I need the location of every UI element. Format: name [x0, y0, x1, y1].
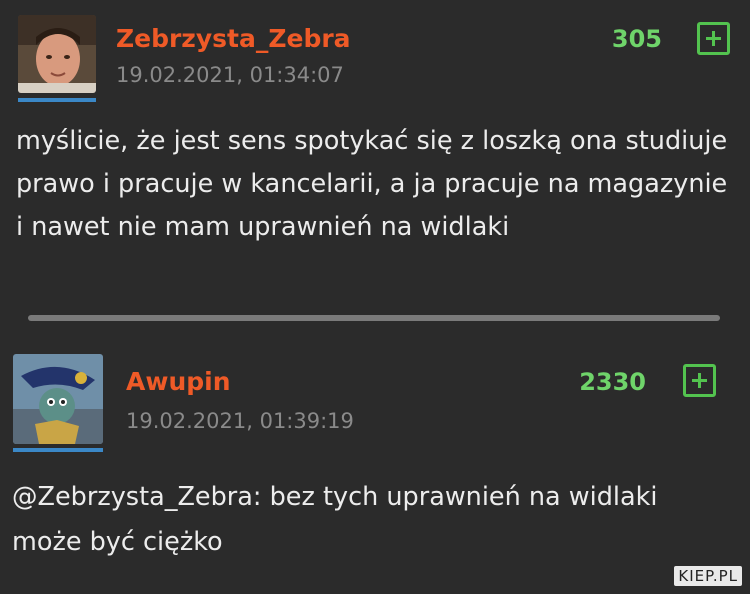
comment-body: myślicie, że jest sens spotykać się z lo… [16, 126, 728, 242]
comment-body: @Zebrzysta_Zebra: bez tych uprawnień na … [12, 475, 712, 565]
watermark-logo: KIEP.PL [674, 566, 742, 586]
user-avatar-icon [13, 354, 103, 444]
plus-icon[interactable] [697, 22, 730, 55]
user-avatar-icon [18, 15, 96, 93]
vote-score: 2330 [579, 368, 646, 396]
comment-divider [28, 315, 720, 321]
avatar[interactable] [13, 354, 103, 444]
timestamp: 19.02.2021, 01:34:07 [116, 63, 344, 87]
mention-link[interactable]: @Zebrzysta_Zebra [12, 482, 253, 512]
plus-icon[interactable] [683, 364, 716, 397]
username[interactable]: Zebrzysta_Zebra [116, 24, 351, 54]
comment-thread: Zebrzysta_Zebra 19.02.2021, 01:34:07 305… [0, 0, 750, 594]
timestamp: 19.02.2021, 01:39:19 [126, 409, 354, 433]
avatar[interactable] [18, 15, 96, 93]
avatar-underline [13, 448, 103, 452]
vote-score: 305 [611, 25, 662, 53]
username[interactable]: Awupin [126, 367, 231, 397]
avatar-underline [18, 98, 96, 102]
